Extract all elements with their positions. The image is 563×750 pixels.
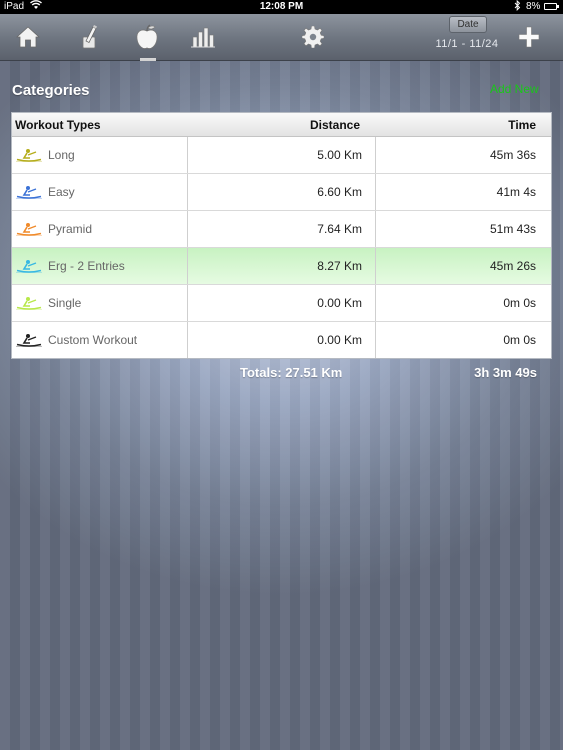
time-value: 41m 4s: [496, 185, 536, 199]
table-row[interactable]: Erg - 2 Entries 8.27 Km 45m 26s: [12, 248, 551, 285]
header-time: Time: [508, 118, 536, 132]
workout-type-label: Pyramid: [48, 222, 93, 236]
distance-value: 5.00 Km: [317, 148, 362, 162]
add-new-button[interactable]: Add New: [490, 82, 539, 96]
date-range: 11/1 - 11/24: [435, 38, 499, 50]
distance-value: 0.00 Km: [317, 296, 362, 310]
distance-value: 6.60 Km: [317, 185, 362, 199]
rower-icon: [16, 334, 42, 347]
time-value: 45m 36s: [489, 148, 536, 162]
workout-type-label: Erg - 2 Entries: [48, 259, 125, 273]
distance-value: 7.64 Km: [317, 222, 362, 236]
header-workout-types: Workout Types: [15, 118, 101, 132]
pencil-icon[interactable]: [72, 21, 104, 53]
table-row[interactable]: Pyramid 7.64 Km 51m 43s: [12, 211, 551, 248]
apple-icon[interactable]: [131, 21, 163, 53]
distance-value: 8.27 Km: [317, 259, 362, 273]
main-content: Categories Add New Workout Types Distanc…: [0, 61, 563, 750]
distance-cell: 6.60 Km: [188, 174, 376, 210]
table-row[interactable]: Long 5.00 Km 45m 36s: [12, 137, 551, 174]
rower-icon: [16, 297, 42, 310]
date-button[interactable]: Date: [449, 16, 487, 33]
table-row[interactable]: Easy 6.60 Km 41m 4s: [12, 174, 551, 211]
time-value: 51m 43s: [489, 222, 536, 236]
status-bar: iPad 12:08 PM 8%: [0, 0, 563, 14]
workout-types-table: Workout Types Distance Time Long 5.00 Km 4…: [11, 112, 552, 359]
table-row[interactable]: Custom Workout 0.00 Km 0m 0s: [12, 322, 551, 358]
workout-type-cell: Custom Workout: [12, 322, 188, 358]
workout-type-label: Custom Workout: [48, 333, 138, 347]
clock: 12:08 PM: [259, 1, 304, 12]
rower-icon: [16, 260, 42, 273]
distance-cell: 7.64 Km: [188, 211, 376, 247]
distance-cell: 5.00 Km: [188, 137, 376, 173]
table-header: Workout Types Distance Time: [12, 113, 551, 137]
bluetooth-icon: [514, 0, 521, 14]
workout-type-label: Single: [48, 296, 82, 310]
rower-icon: [16, 186, 42, 199]
workout-type-cell: Long: [12, 137, 188, 173]
totals-distance: Totals: 27.51 Km: [240, 365, 343, 380]
table-body: Long 5.00 Km 45m 36s Easy 6.60 Km 41m 4s Pyram…: [12, 137, 551, 358]
distance-cell: 0.00 Km: [188, 285, 376, 321]
time-value: 45m 26s: [489, 259, 536, 273]
distance-cell: 8.27 Km: [188, 248, 376, 284]
workout-type-cell: Easy: [12, 174, 188, 210]
workout-type-cell: Single: [12, 285, 188, 321]
workout-type-cell: Pyramid: [12, 211, 188, 247]
time-value: 0m 0s: [503, 296, 536, 310]
distance-value: 0.00 Km: [317, 333, 362, 347]
distance-cell: 0.00 Km: [188, 322, 376, 358]
plus-icon[interactable]: [513, 21, 545, 53]
time-value: 0m 0s: [503, 333, 536, 347]
battery-percent: 8%: [526, 1, 541, 12]
workout-type-label: Long: [48, 148, 75, 162]
bar-chart-icon[interactable]: [187, 21, 219, 53]
toolbar: Date 11/1 - 11/24: [0, 14, 563, 61]
table-row[interactable]: Single 0.00 Km 0m 0s: [12, 285, 551, 322]
home-icon[interactable]: [12, 21, 44, 53]
totals-time: 3h 3m 49s: [474, 365, 537, 380]
rower-icon: [16, 223, 42, 236]
rower-icon: [16, 149, 42, 162]
workout-type-label: Easy: [48, 185, 75, 199]
battery-icon: [544, 3, 559, 10]
workout-type-cell: Erg - 2 Entries: [12, 248, 188, 284]
header-distance: Distance: [309, 118, 360, 132]
gear-icon[interactable]: [297, 21, 329, 53]
page-title: Categories: [12, 82, 90, 99]
